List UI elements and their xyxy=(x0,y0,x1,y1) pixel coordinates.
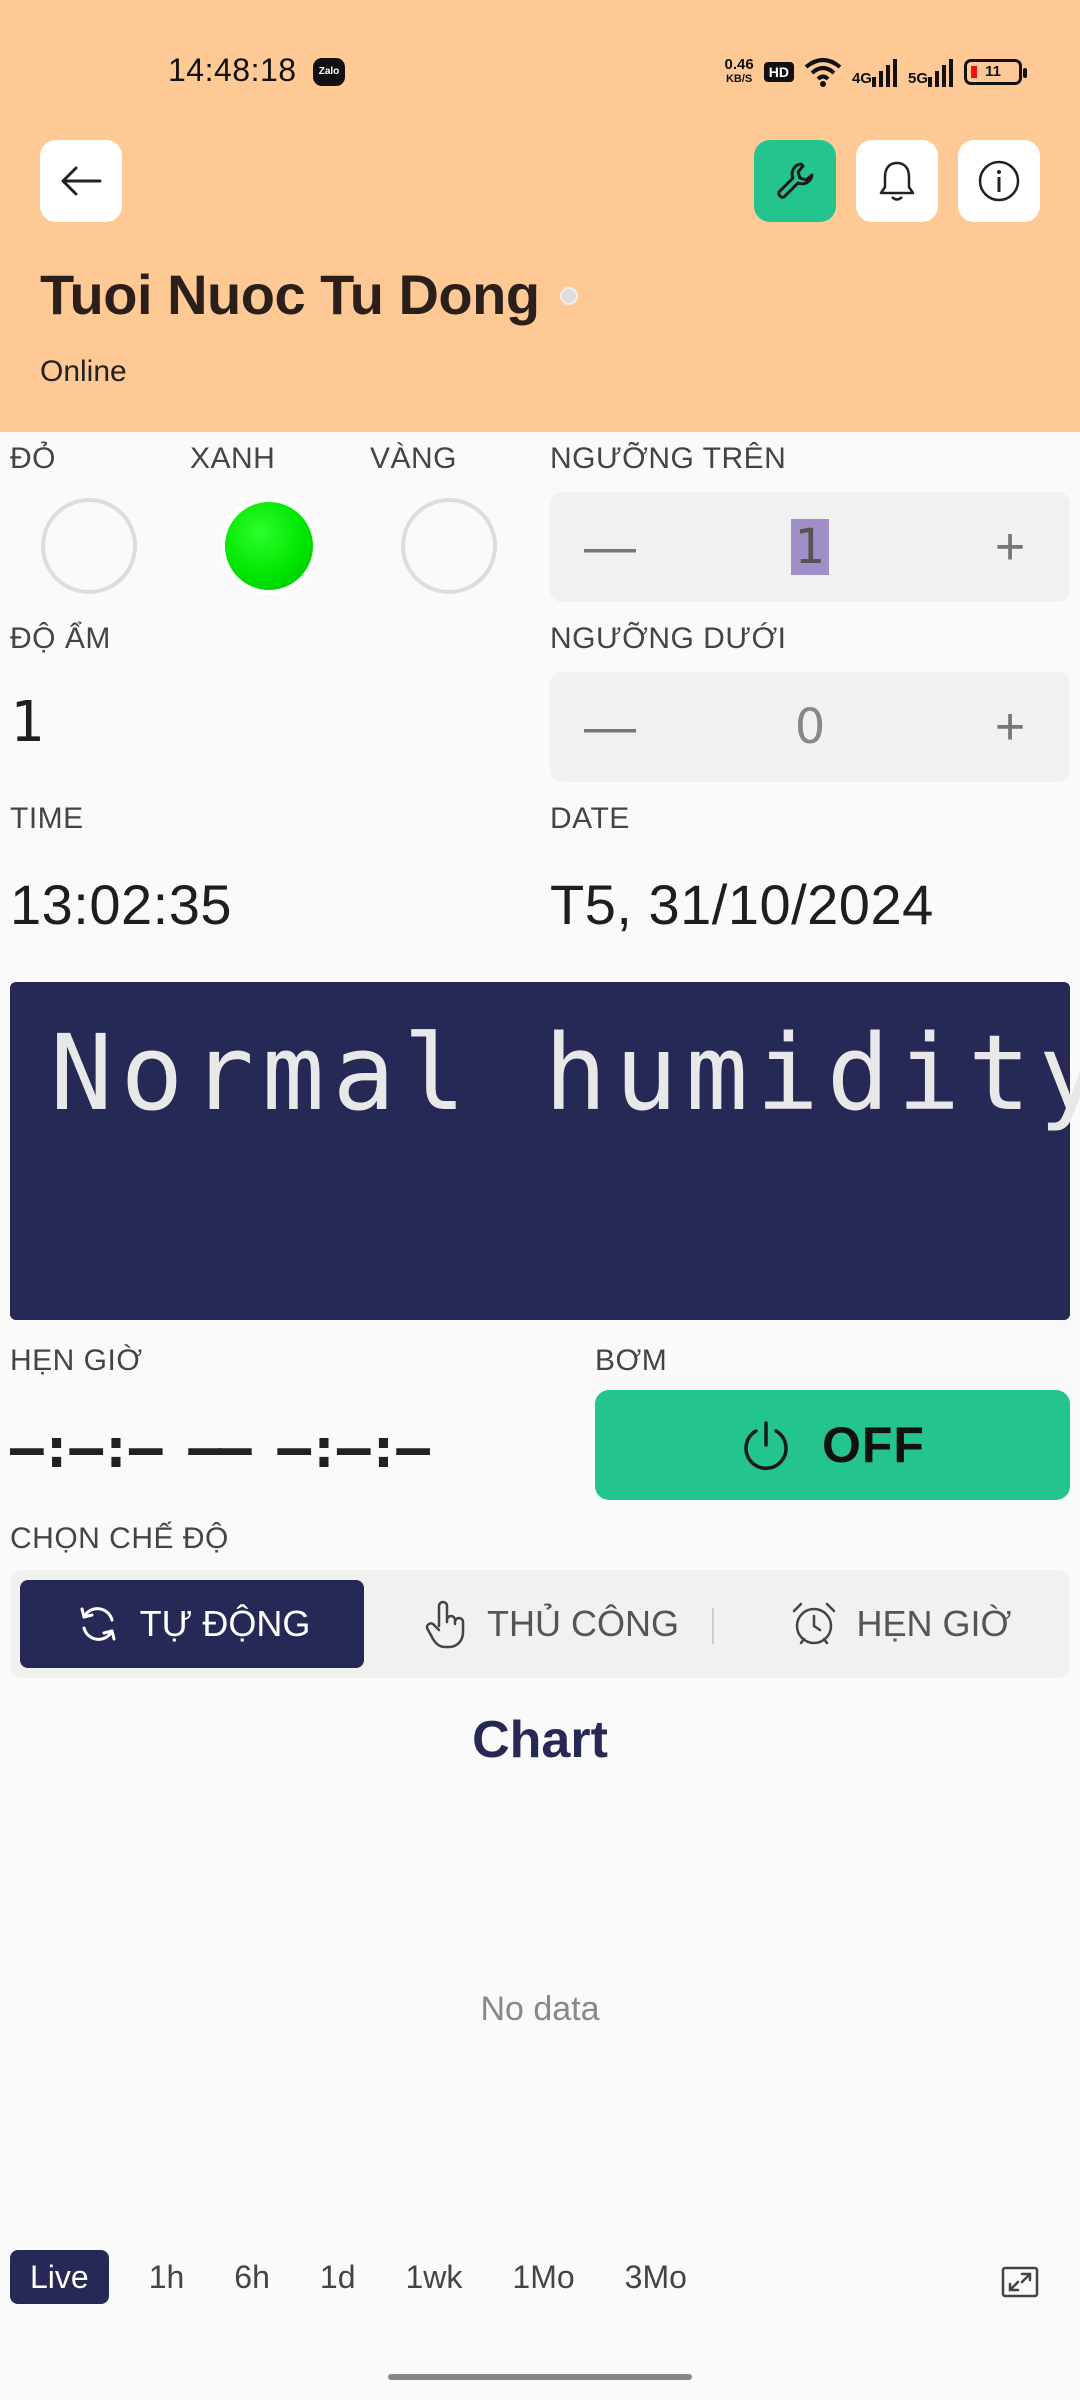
chart-empty-state: No data xyxy=(480,1990,600,2028)
range-1h[interactable]: 1h xyxy=(139,2250,195,2304)
upper-threshold-decrement[interactable]: — xyxy=(550,492,670,602)
range-1d[interactable]: 1d xyxy=(310,2250,366,2304)
range-3mo[interactable]: 3Mo xyxy=(615,2250,697,2304)
hd-voice-icon: HD xyxy=(763,62,794,82)
humidity-label: ĐỘ ẨM xyxy=(10,622,111,655)
timer-label: HẸN GIỜ xyxy=(10,1344,143,1377)
status-bar: 14:48:18 Zalo 0.46 KB/S HD 4G 5G 11 xyxy=(0,0,1080,120)
battery-icon: 11 xyxy=(964,59,1027,85)
range-1wk[interactable]: 1wk xyxy=(395,2250,472,2304)
lower-threshold-label: NGƯỠNG DƯỚI xyxy=(550,622,787,655)
pump-state: OFF xyxy=(822,1417,925,1473)
lcd-display: Normal humidity xyxy=(10,982,1080,1320)
mode-manual-tab[interactable]: THỦ CÔNG xyxy=(405,1580,695,1668)
connection-dot xyxy=(560,287,578,305)
bell-icon xyxy=(879,161,915,201)
chart-range-selector: Live 1h 6h 1d 1wk 1Mo 3Mo xyxy=(10,2250,697,2304)
zalo-notification-icon: Zalo xyxy=(313,58,345,86)
pump-toggle-button[interactable]: OFF xyxy=(595,1390,1070,1500)
mode-label: CHỌN CHẾ ĐỘ xyxy=(10,1522,229,1555)
upper-threshold-stepper: — 1 + xyxy=(550,492,1070,602)
time-label: TIME xyxy=(10,802,84,835)
lower-threshold-increment[interactable]: + xyxy=(950,672,1070,782)
mode-selector: TỰ ĐỘNG THỦ CÔNG HẸN GIỜ xyxy=(10,1570,1070,1678)
mode-schedule-tab[interactable]: HẸN GIỜ xyxy=(770,1580,1030,1668)
led-yellow-label: VÀNG xyxy=(370,442,458,475)
info-icon xyxy=(978,160,1020,202)
home-indicator[interactable] xyxy=(388,2374,692,2380)
fullscreen-button[interactable] xyxy=(1000,2262,1040,2302)
device-title: Tuoi Nuoc Tu Dong xyxy=(40,263,540,326)
back-button[interactable] xyxy=(40,140,122,222)
upper-threshold-label: NGƯỠNG TRÊN xyxy=(550,442,787,475)
signal-4g-icon: 4G xyxy=(852,57,898,87)
wifi-icon xyxy=(804,58,842,87)
pump-label: BƠM xyxy=(595,1344,668,1377)
humidity-value: 1 xyxy=(10,690,45,755)
status-icons: 0.46 KB/S HD 4G 5G 11 xyxy=(724,52,1027,92)
status-clock: 14:48:18 xyxy=(168,52,297,88)
upper-threshold-value[interactable]: 1 xyxy=(670,492,950,602)
timer-value: –:–:– –– –:–:– xyxy=(10,1416,430,1481)
net-speed: 0.46 KB/S xyxy=(724,56,754,85)
chart-title: Chart xyxy=(472,1711,608,1769)
time-value: 13:02:35 xyxy=(10,873,232,936)
wrench-icon xyxy=(777,162,814,199)
signal-5g-icon: 5G xyxy=(908,57,954,87)
device-status: Online xyxy=(40,355,127,388)
led-yellow xyxy=(401,498,497,594)
range-live[interactable]: Live xyxy=(10,2250,109,2304)
date-label: DATE xyxy=(550,802,630,835)
settings-button[interactable] xyxy=(754,140,836,222)
arrow-left-icon xyxy=(61,166,102,196)
mode-auto-tab[interactable]: TỰ ĐỘNG xyxy=(20,1580,364,1668)
led-green xyxy=(221,498,317,594)
range-6h[interactable]: 6h xyxy=(224,2250,280,2304)
alarm-clock-icon xyxy=(792,1602,835,1645)
lower-threshold-decrement[interactable]: — xyxy=(550,672,670,782)
lcd-line-1: Normal humidity xyxy=(50,1012,1080,1134)
led-green-label: XANH xyxy=(190,442,276,475)
info-button[interactable] xyxy=(958,140,1040,222)
refresh-icon xyxy=(80,1607,116,1641)
header: 14:48:18 Zalo 0.46 KB/S HD 4G 5G 11 Tuoi… xyxy=(0,0,1080,432)
led-red xyxy=(41,498,137,594)
date-value: T5, 31/10/2024 xyxy=(550,873,934,936)
hand-pointer-icon xyxy=(425,1600,465,1649)
lower-threshold-value[interactable]: 0 xyxy=(670,672,950,782)
led-red-label: ĐỎ xyxy=(10,442,56,475)
mode-separator xyxy=(712,1608,714,1644)
expand-icon xyxy=(1001,2266,1039,2298)
notifications-button[interactable] xyxy=(856,140,938,222)
range-1mo[interactable]: 1Mo xyxy=(502,2250,584,2304)
power-icon xyxy=(744,1421,788,1470)
lower-threshold-stepper: — 0 + xyxy=(550,672,1070,782)
upper-threshold-increment[interactable]: + xyxy=(950,492,1070,602)
